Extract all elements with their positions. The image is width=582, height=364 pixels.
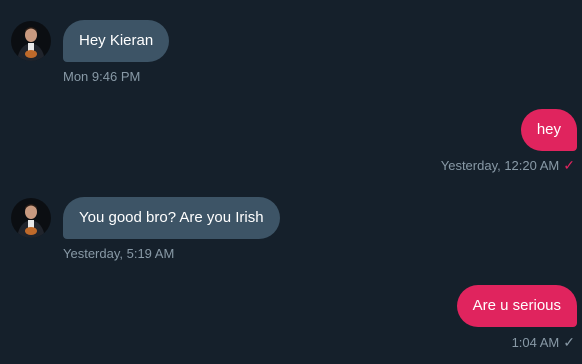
avatar[interactable] — [11, 198, 51, 238]
message-bubble-incoming[interactable]: You good bro? Are you Irish — [63, 197, 280, 239]
message-bubble-outgoing[interactable]: Are u serious — [456, 285, 577, 327]
checkmark-icon: ✓ — [563, 157, 575, 173]
checkmark-icon: ✓ — [563, 334, 575, 350]
avatar[interactable] — [11, 21, 51, 61]
message-meta: 1:04 AM ✓ — [512, 334, 575, 351]
message-timestamp: Yesterday, 5:19 AM — [63, 246, 175, 261]
message-bubble-incoming[interactable]: Hey Kieran — [63, 20, 170, 62]
message-timestamp: Yesterday, 12:20 AM — [440, 158, 560, 173]
message-meta: Yesterday, 12:20 AM ✓ — [441, 157, 575, 174]
message-timestamp: Mon 9:46 PM — [63, 69, 141, 84]
message-thread: Hey Kieran Mon 9:46 PM hey Yesterday, 12… — [0, 0, 582, 364]
message-timestamp: 1:04 AM — [511, 335, 560, 350]
message-bubble-outgoing[interactable]: hey — [520, 109, 577, 151]
